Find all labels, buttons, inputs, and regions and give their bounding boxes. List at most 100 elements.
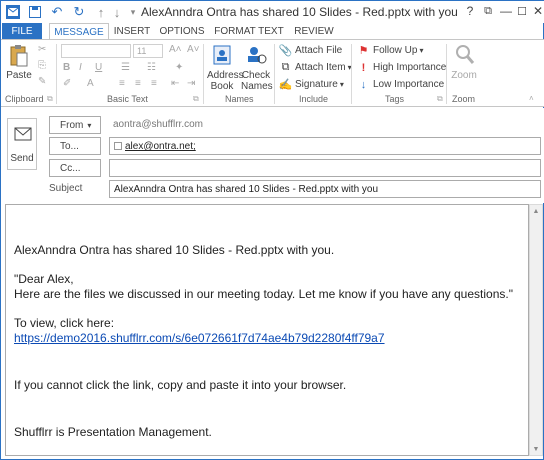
- exclamation-icon: !: [361, 61, 366, 74]
- body-line: If you cannot click the link, copy and p…: [14, 378, 347, 392]
- recipient-icon: [114, 142, 122, 151]
- chevron-down-icon: ▾: [339, 80, 344, 89]
- increase-indent-icon[interactable]: ⇥: [187, 78, 195, 89]
- clipboard-launcher-icon[interactable]: ⧉: [47, 94, 53, 104]
- grow-font-icon[interactable]: A˄: [169, 44, 182, 55]
- tags-launcher-icon[interactable]: ⧉: [437, 94, 443, 104]
- underline-button[interactable]: U: [95, 62, 102, 73]
- italic-button[interactable]: I: [79, 62, 82, 73]
- cut-icon[interactable]: ✂: [38, 44, 46, 55]
- up-arrow-icon[interactable]: ↑: [93, 4, 109, 20]
- subject-field[interactable]: AlexAnndra Ontra has shared 10 Slides - …: [109, 180, 541, 198]
- paste-button[interactable]: Paste: [6, 70, 32, 81]
- include-group-label: Include: [299, 94, 329, 104]
- window-title: AlexAnndra Ontra has shared 10 Slides - …: [141, 5, 461, 19]
- names-group-label: Names: [225, 94, 254, 104]
- signature-icon: ✍: [278, 79, 293, 91]
- attach-item-icon: ⧉: [281, 61, 290, 73]
- basic-text-group-label: Basic Text: [107, 94, 148, 104]
- basic-text-launcher-icon[interactable]: ⧉: [193, 94, 199, 104]
- bullets-icon[interactable]: ☰: [121, 62, 130, 73]
- magnifier-icon[interactable]: [455, 44, 475, 66]
- clear-format-icon[interactable]: ✦: [175, 62, 183, 73]
- scroll-up-icon[interactable]: ▲: [530, 205, 542, 217]
- signature-button[interactable]: ✍ Signature ▾: [279, 78, 344, 91]
- scroll-down-icon[interactable]: ▼: [530, 443, 542, 455]
- ribbon-tabs: FILE MESSAGE INSERT OPTIONS FORMAT TEXT …: [1, 23, 544, 40]
- tab-message[interactable]: MESSAGE: [49, 23, 109, 40]
- decrease-indent-icon[interactable]: ⇤: [171, 78, 179, 89]
- group-divider: [203, 44, 204, 104]
- close-button[interactable]: ✕: [527, 2, 544, 20]
- tab-review[interactable]: REVIEW: [289, 23, 339, 40]
- body-line: Shufflrr is Presentation Management.: [14, 425, 212, 439]
- body-line: AlexAnndra Ontra has shared 10 Slides - …: [14, 243, 335, 257]
- zoom-button[interactable]: Zoom: [449, 70, 479, 81]
- attach-item-button[interactable]: ⧉ Attach Item ▾: [279, 61, 352, 74]
- collapse-ribbon-icon[interactable]: ˄: [529, 94, 534, 103]
- ribbon: Paste ✂ ⎘ ✎ Clipboard ⧉ 11 A˄ A˅ B I U ☰…: [1, 39, 544, 107]
- title-bar: ↶ ↻ ↑ ↓ ▾ AlexAnndra Ontra has shared 10…: [1, 1, 544, 23]
- from-value: aontra@shufflrr.com: [113, 119, 204, 130]
- subject-label: Subject: [49, 183, 83, 194]
- to-button[interactable]: To...: [49, 137, 101, 155]
- align-left-icon[interactable]: ≡: [119, 78, 125, 89]
- message-body[interactable]: AlexAnndra Ontra has shared 10 Slides - …: [5, 204, 529, 456]
- compose-header: Send From ▾ aontra@shufflrr.com To... ale…: [1, 108, 544, 203]
- to-field[interactable]: alex@ontra.net;: [109, 137, 541, 155]
- numbering-icon[interactable]: ☷: [147, 62, 156, 73]
- group-divider: [274, 44, 275, 104]
- share-link[interactable]: https://demo2016.shufflrr.com/s/6e072661…: [14, 331, 385, 345]
- paste-icon[interactable]: [9, 44, 29, 70]
- format-painter-icon[interactable]: ✎: [38, 76, 46, 87]
- send-button[interactable]: Send: [7, 118, 37, 170]
- save-icon[interactable]: [27, 4, 43, 20]
- check-names-button[interactable]: Check Names: [241, 70, 273, 92]
- zoom-group-label: Zoom: [452, 94, 476, 104]
- align-right-icon[interactable]: ≡: [151, 78, 157, 89]
- tags-group-label: Tags: [385, 94, 405, 104]
- redo-icon[interactable]: ↻: [71, 4, 87, 20]
- group-divider: [446, 44, 447, 104]
- chevron-down-icon: ▾: [419, 46, 424, 55]
- group-divider: [351, 44, 352, 104]
- body-line: "Dear Alex,: [14, 272, 74, 286]
- down-arrow-icon[interactable]: ↓: [109, 4, 125, 20]
- font-name-box[interactable]: [61, 44, 131, 58]
- message-text: AlexAnndra Ontra has shared 10 Slides - …: [14, 243, 524, 440]
- bold-button[interactable]: B: [63, 62, 70, 73]
- high-importance-button[interactable]: ! High Importance: [357, 61, 447, 74]
- tab-options[interactable]: OPTIONS: [157, 23, 207, 40]
- low-importance-button[interactable]: ↓ Low Importance: [357, 78, 444, 91]
- follow-up-button[interactable]: ⚑ Follow Up ▾: [357, 44, 424, 57]
- paperclip-icon: 📎: [278, 45, 293, 57]
- highlight-icon[interactable]: ✐: [63, 78, 71, 89]
- attach-file-button[interactable]: 📎 Attach File: [278, 44, 343, 57]
- font-color-icon[interactable]: A: [87, 78, 94, 89]
- undo-icon[interactable]: ↶: [49, 4, 65, 20]
- chevron-down-icon: ▾: [87, 120, 92, 130]
- customize-icon[interactable]: ▾: [125, 4, 141, 20]
- align-center-icon[interactable]: ≡: [135, 78, 141, 89]
- tab-format-text[interactable]: FORMAT TEXT: [213, 23, 285, 40]
- from-button[interactable]: From ▾: [49, 116, 101, 134]
- tab-insert[interactable]: INSERT: [111, 23, 153, 40]
- address-book-icon[interactable]: [211, 44, 233, 66]
- vertical-scrollbar[interactable]: ▲ ▼: [529, 204, 543, 456]
- shrink-font-icon[interactable]: A˅: [187, 44, 200, 55]
- down-arrow-icon: ↓: [360, 78, 367, 91]
- flag-icon: ⚑: [358, 45, 369, 57]
- send-icon: [14, 125, 32, 143]
- send-label: Send: [10, 153, 34, 164]
- cc-button[interactable]: Cc...: [49, 159, 101, 177]
- outlook-logo-icon: [5, 4, 21, 20]
- font-size-box[interactable]: 11: [133, 44, 163, 58]
- body-line: Here are the files we discussed in our m…: [14, 287, 513, 301]
- group-divider: [56, 44, 57, 104]
- address-book-button[interactable]: Address Book: [207, 70, 244, 92]
- body-line: To view, click here:: [14, 316, 115, 330]
- cc-field[interactable]: [109, 159, 541, 177]
- tab-file[interactable]: FILE: [2, 23, 42, 40]
- check-names-icon[interactable]: [245, 44, 267, 66]
- copy-icon[interactable]: ⎘: [38, 60, 46, 71]
